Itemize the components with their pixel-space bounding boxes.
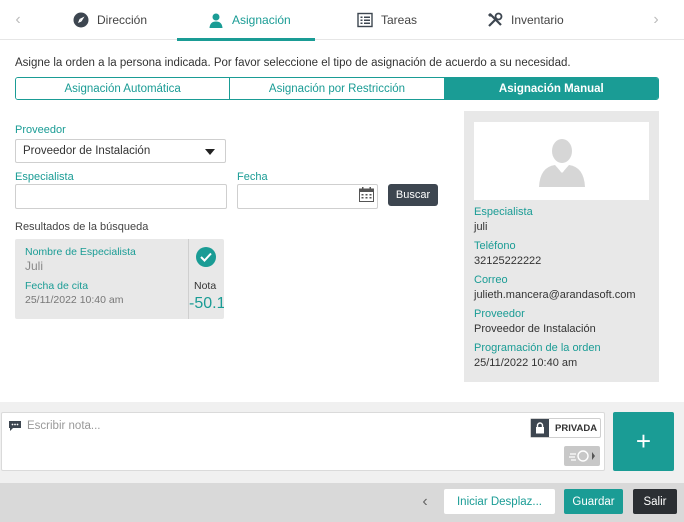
tools-icon xyxy=(487,12,503,28)
assignment-automatic-button[interactable]: Asignación Automática xyxy=(16,78,231,99)
lock-icon xyxy=(531,419,549,437)
comment-icon xyxy=(8,419,22,431)
tab-direccion[interactable]: Dirección xyxy=(73,0,147,40)
salir-button[interactable]: Salir xyxy=(633,489,677,514)
active-tab-indicator xyxy=(177,38,315,41)
especialista-input[interactable] xyxy=(15,184,227,209)
tab-label: Asignación xyxy=(232,13,291,27)
tab-asignacion[interactable]: Asignación xyxy=(208,0,291,40)
private-label: PRIVADA xyxy=(555,422,598,434)
specialist-name-label: Nombre de Especialista xyxy=(25,246,136,258)
appointment-date-label: Fecha de cita xyxy=(25,280,89,292)
detail-telefono-label: Teléfono xyxy=(474,240,516,252)
buscar-button[interactable]: Buscar xyxy=(388,184,438,206)
detail-proveedor-label: Proveedor xyxy=(474,308,525,320)
detail-telefono-value: 32125222222 xyxy=(474,255,542,267)
send-icon xyxy=(569,450,595,462)
calendar-icon[interactable] xyxy=(359,187,374,202)
note-input[interactable]: Escribir nota... PRIVADA xyxy=(1,412,605,471)
person-icon xyxy=(208,12,224,28)
avatar xyxy=(474,122,649,200)
fecha-input[interactable] xyxy=(237,184,378,209)
chevron-right-icon[interactable]: › xyxy=(648,10,664,30)
nota-score: -50.1 xyxy=(189,295,224,312)
tab-label: Dirección xyxy=(97,13,148,27)
especialista-label: Especialista xyxy=(15,171,74,183)
check-icon[interactable] xyxy=(196,247,216,267)
user-placeholder-icon xyxy=(538,139,585,187)
fecha-label: Fecha xyxy=(237,171,268,183)
tab-label: Inventario xyxy=(511,13,564,27)
chevron-left-icon[interactable]: ‹ xyxy=(10,10,26,30)
proveedor-label: Proveedor xyxy=(15,124,66,136)
appointment-date: 25/11/2022 10:40 am xyxy=(25,294,124,306)
nota-label: Nota xyxy=(194,280,217,292)
note-area: Escribir nota... PRIVADA + xyxy=(0,402,684,483)
detail-programacion-value: 25/11/2022 10:40 am xyxy=(474,357,578,369)
detail-correo-label: Correo xyxy=(474,274,508,286)
detail-proveedor-value: Proveedor de Instalación xyxy=(474,323,596,335)
guardar-button[interactable]: Guardar xyxy=(564,489,623,514)
tab-label: Tareas xyxy=(381,13,418,27)
result-card[interactable]: Nombre de Especialista Juli Fecha de cit… xyxy=(15,239,224,319)
dropdown-caret-icon xyxy=(205,149,215,155)
detail-programacion-label: Programación de la orden xyxy=(474,342,601,354)
note-placeholder: Escribir nota... xyxy=(27,420,101,432)
chevron-left-icon[interactable]: ‹ xyxy=(417,493,433,511)
detail-especialista-label: Especialista xyxy=(474,206,533,218)
send-note-button[interactable] xyxy=(564,446,600,466)
instruction-text: Asigne la orden a la persona indicada. P… xyxy=(15,57,571,69)
specialist-detail-panel: Especialista juli Teléfono 32125222222 C… xyxy=(464,111,659,382)
tab-tareas[interactable]: Tareas xyxy=(357,0,417,40)
footer-bar: ‹ Iniciar Desplaz... Guardar Salir xyxy=(0,483,684,522)
compass-icon xyxy=(73,12,89,28)
top-tab-bar: ‹ Dirección Asignación Tareas Inventario… xyxy=(0,0,684,41)
detail-especialista-value: juli xyxy=(474,221,488,233)
assignment-type-selector: Asignación Automática Asignación por Res… xyxy=(15,77,659,100)
results-title: Resultados de la búsqueda xyxy=(15,221,149,233)
tab-inventario[interactable]: Inventario xyxy=(487,0,564,40)
assignment-manual-button[interactable]: Asignación Manual xyxy=(444,78,658,99)
proveedor-select[interactable]: Proveedor de Instalación xyxy=(15,139,226,163)
checklist-icon xyxy=(357,12,373,28)
iniciar-desplazamiento-button[interactable]: Iniciar Desplaz... xyxy=(444,489,555,514)
add-note-button[interactable]: + xyxy=(613,412,674,471)
private-toggle[interactable]: PRIVADA xyxy=(530,418,601,438)
proveedor-select-value: Proveedor de Instalación xyxy=(23,145,151,157)
assignment-restriction-button[interactable]: Asignación por Restricción xyxy=(230,78,445,99)
specialist-name: Juli xyxy=(25,259,44,273)
detail-correo-value: julieth.mancera@arandasoft.com xyxy=(474,289,636,301)
